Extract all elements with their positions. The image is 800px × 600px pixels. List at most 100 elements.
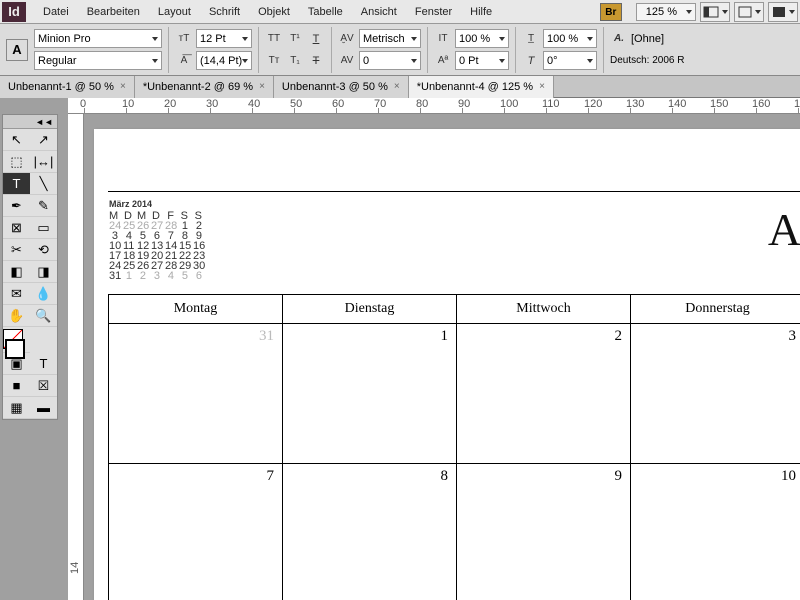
superscript-icon[interactable]: T¹ [286,30,304,48]
skew-icon: T [522,52,540,70]
calendar-header: Donnerstag [631,295,800,324]
menu-bearbeiten[interactable]: Bearbeiten [78,0,149,24]
underline-icon[interactable]: T [307,30,325,48]
calendar-cell: 9 [457,464,631,600]
menu-schrift[interactable]: Schrift [200,0,249,24]
menu-layout[interactable]: Layout [149,0,200,24]
baseline-input[interactable]: 0 Pt [455,51,509,70]
menu-datei[interactable]: Datei [34,0,78,24]
font-size-input[interactable]: 12 Pt [196,29,252,48]
tab-close-icon[interactable]: × [394,76,400,98]
calendar-cell: 2 [457,324,631,464]
menu-fenster[interactable]: Fenster [406,0,461,24]
baseline-icon: Aª [434,52,452,70]
vscale-input[interactable]: 100 % [455,29,509,48]
page-tool[interactable]: ⬚ [3,151,30,173]
gradient-feather-tool[interactable]: ◨ [30,261,57,283]
control-bar: A Minion Pro Regular тT12 Pt A͞(14,4 Pt)… [0,24,800,76]
menu-hilfe[interactable]: Hilfe [461,0,501,24]
menu-bar: Id DateiBearbeitenLayoutSchriftObjektTab… [0,0,800,24]
bridge-icon[interactable]: Br [600,3,622,21]
language-label: Deutsch: 2006 R [610,55,685,66]
line-tool[interactable]: ╲ [30,173,57,195]
rectangle-tool[interactable]: ▭ [30,217,57,239]
gradient-swatch-tool[interactable]: ◧ [3,261,30,283]
apply-none-icon[interactable]: ☒ [30,375,57,397]
font-family-select[interactable]: Minion Pro [34,29,162,48]
hscale-input[interactable]: 100 % [543,29,597,48]
menu-tabelle[interactable]: Tabelle [299,0,352,24]
normal-view-icon[interactable]: ▦ [3,397,30,419]
zoom-select[interactable]: 125 % [636,3,696,21]
charstyle-icon: A. [610,30,628,48]
tracking-input[interactable]: 0 [359,51,421,70]
scissors-tool[interactable]: ✂ [3,239,30,261]
font-style-select[interactable]: Regular [34,51,162,70]
leading-input[interactable]: (14,4 Pt) [196,51,252,70]
pen-tool[interactable]: ✒ [3,195,30,217]
preview-view-icon[interactable]: ▬ [30,397,57,419]
calendar-cell: 1 [283,324,457,464]
app-logo-icon: Id [2,2,26,22]
arrange-icon[interactable] [768,2,798,22]
type-tool[interactable]: T [3,173,30,195]
note-tool[interactable]: ✉ [3,283,30,305]
subscript-icon[interactable]: T₁ [286,52,304,70]
kerning-input[interactable]: Metrisch [359,29,421,48]
allcaps-icon[interactable]: TT [265,30,283,48]
pencil-tool[interactable]: ✎ [30,195,57,217]
calendar-cell: 8 [283,464,457,600]
skew-input[interactable]: 0° [543,51,597,70]
horizontal-ruler: 0102030405060708090100110120130140150160… [68,98,800,114]
fill-stroke-swatch[interactable] [3,327,30,353]
document-tab[interactable]: Unbenannt-1 @ 50 %× [0,76,135,98]
calendar-header: Montag [109,295,283,324]
strike-icon[interactable]: T [307,52,325,70]
toolbox-collapse-icon[interactable]: ◄◄ [3,115,57,129]
zoom-tool[interactable]: 🔍 [30,305,57,327]
calendar-cell: 3 [631,324,800,464]
vscale-icon: IT [434,30,452,48]
calendar-table: MontagDienstagMittwochDonnerstag 31123 789… [108,294,800,600]
direct-selection-tool[interactable]: ↗ [30,129,57,151]
eyedropper-tool[interactable]: 💧 [30,283,57,305]
view-mode-icon[interactable] [700,2,730,22]
document-tabs: Unbenannt-1 @ 50 %×*Unbenannt-2 @ 69 %×U… [0,76,800,98]
calendar-cell: 7 [109,464,283,600]
hscale-icon: T̲ [522,30,540,48]
tracking-icon: AV [338,52,356,70]
canvas[interactable]: März 2014MDMDFSS242526272812345678910111… [84,114,800,600]
calendar-cell: 10 [631,464,800,600]
document-tab[interactable]: *Unbenannt-4 @ 125 %× [409,76,554,98]
formatting-text-icon[interactable]: T [30,353,57,375]
document-tab[interactable]: Unbenannt-3 @ 50 %× [274,76,409,98]
apply-color-icon[interactable]: ■ [3,375,30,397]
toolbox: ◄◄ ↖ ↗ ⬚ |↔| T ╲ ✒ ✎ ⊠ ▭ ✂ ⟲ ◧ ◨ ✉ 💧 ✋ 🔍… [2,114,58,420]
rectangle-frame-tool[interactable]: ⊠ [3,217,30,239]
charstyle-label: [Ohne] [631,33,664,45]
calendar-header: Dienstag [283,295,457,324]
screen-mode-icon[interactable] [734,2,764,22]
menu-ansicht[interactable]: Ansicht [352,0,406,24]
tab-close-icon[interactable]: × [120,76,126,98]
kerning-icon: A̮V [338,30,356,48]
vertical-ruler: 14 [68,114,84,600]
page-title: April 2014 [768,203,800,256]
selection-tool[interactable]: ↖ [3,129,30,151]
gap-tool[interactable]: |↔| [30,151,57,173]
font-size-icon: тT [175,30,193,48]
char-mode-button[interactable]: A [6,39,28,61]
calendar-header: Mittwoch [457,295,631,324]
document-page[interactable]: März 2014MDMDFSS242526272812345678910111… [94,129,800,600]
hand-tool[interactable]: ✋ [3,305,30,327]
free-transform-tool[interactable]: ⟲ [30,239,57,261]
leading-icon: A͞ [175,52,193,70]
mini-calendar: März 2014MDMDFSS242526272812345678910111… [109,199,202,281]
formatting-container-icon[interactable]: ▣ [3,353,30,375]
tab-close-icon[interactable]: × [539,76,545,98]
document-tab[interactable]: *Unbenannt-2 @ 69 %× [135,76,274,98]
tab-close-icon[interactable]: × [259,76,265,98]
smallcaps-icon[interactable]: Tᴛ [265,52,283,70]
calendar-cell: 31 [109,324,283,464]
menu-objekt[interactable]: Objekt [249,0,299,24]
